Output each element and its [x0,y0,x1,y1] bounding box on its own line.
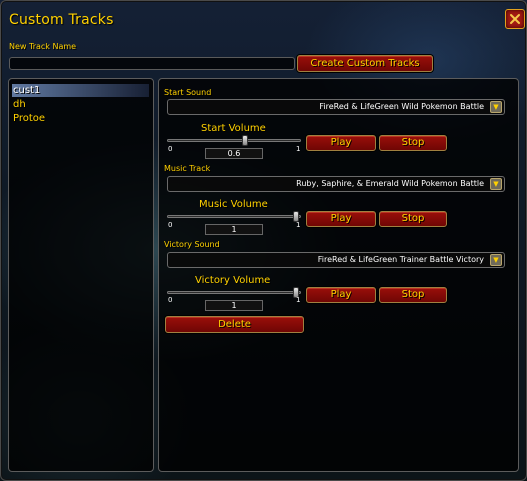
start-volume-value[interactable]: 0.6 [205,148,263,159]
chevron-down-icon[interactable]: ▼ [490,254,502,266]
chevron-down-icon[interactable]: ▼ [490,178,502,190]
victory-sound-dropdown[interactable]: FireRed & LifeGreen Trainer Battle Victo… [167,252,505,268]
start-play-button[interactable]: Play [306,135,376,151]
chevron-down-icon[interactable]: ▼ [490,101,502,113]
create-custom-tracks-button[interactable]: Create Custom Tracks [297,55,433,72]
music-track-dropdown[interactable]: Ruby, Saphire, & Emerald Wild Pokemon Ba… [167,176,505,192]
music-volume-min: 0 [168,221,173,229]
new-track-name-input[interactable] [9,57,295,70]
music-stop-button[interactable]: Stop [379,211,447,227]
music-volume-value[interactable]: 1 [205,224,263,235]
start-volume-slider-thumb[interactable] [241,135,248,146]
new-track-name-label: New Track Name [9,42,77,51]
music-volume-max: 1 [296,221,301,229]
victory-sound-value: FireRed & LifeGreen Trainer Battle Victo… [317,255,484,264]
track-list-item[interactable]: Protoe [13,113,45,124]
track-list-item[interactable]: cust1 [13,85,40,96]
start-volume-min: 0 [168,145,173,153]
track-list-panel [8,78,154,472]
victory-volume-slider[interactable] [167,291,301,294]
start-sound-dropdown[interactable]: FireRed & LifeGreen Wild Pokemon Battle … [167,99,505,115]
close-button[interactable] [505,9,525,29]
start-sound-label: Start Sound [164,88,212,97]
victory-play-button[interactable]: Play [306,287,376,303]
music-track-label: Music Track [164,164,211,173]
start-volume-slider[interactable] [167,139,301,142]
music-play-button[interactable]: Play [306,211,376,227]
delete-track-button[interactable]: Delete [165,316,304,333]
start-volume-label: Start Volume [201,123,266,134]
custom-tracks-window: Custom Tracks New Track Name Create Cust… [0,0,527,481]
start-sound-value: FireRed & LifeGreen Wild Pokemon Battle [319,102,484,111]
victory-volume-label: Victory Volume [195,275,271,286]
window-title: Custom Tracks [9,12,114,28]
victory-stop-button[interactable]: Stop [379,287,447,303]
start-volume-max: 1 [296,145,301,153]
music-volume-label: Music Volume [199,199,268,210]
close-icon [510,14,520,24]
victory-volume-max: 1 [296,296,301,304]
track-list-item[interactable]: dh [13,99,26,110]
victory-volume-min: 0 [168,296,173,304]
music-volume-slider[interactable] [167,215,301,218]
start-stop-button[interactable]: Stop [379,135,447,151]
music-track-value: Ruby, Saphire, & Emerald Wild Pokemon Ba… [296,179,484,188]
victory-volume-value[interactable]: 1 [205,300,263,311]
victory-sound-label: Victory Sound [164,240,220,249]
